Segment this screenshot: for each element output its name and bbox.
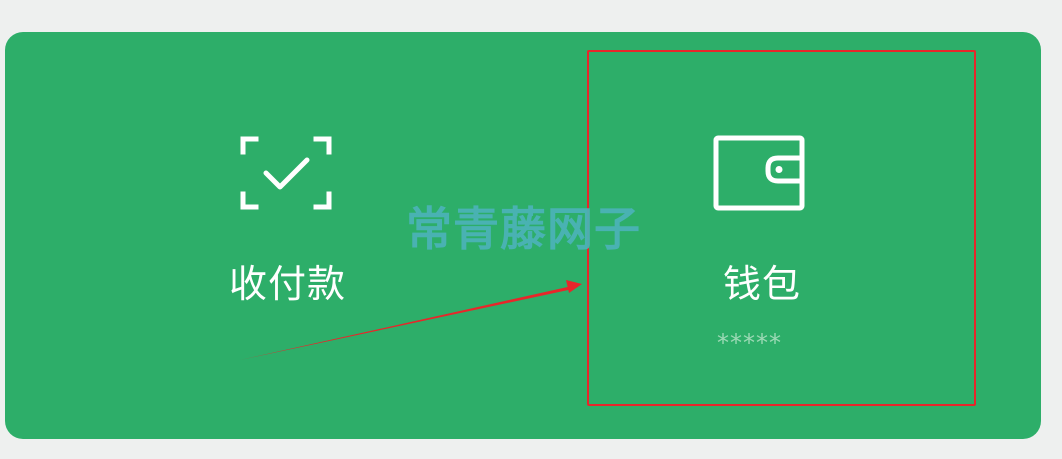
wallet-button[interactable]: 钱包 ***** <box>585 32 975 439</box>
wallet-label: 钱包 <box>723 262 802 306</box>
wallet-icon <box>713 135 805 211</box>
pay-receive-label: 收付款 <box>229 262 347 306</box>
pay-receive-button[interactable]: 收付款 <box>100 32 470 439</box>
wallet-balance-masked: ***** <box>717 329 782 357</box>
scan-check-icon <box>240 136 332 210</box>
wallet-services-card: 收付款 钱包 ***** <box>5 32 1041 439</box>
